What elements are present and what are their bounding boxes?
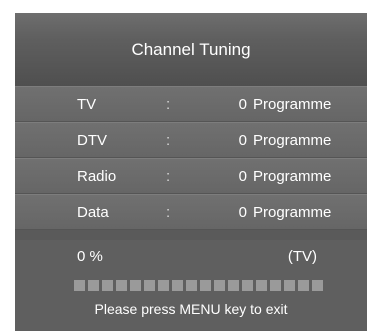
row-unit: Programme <box>253 168 332 185</box>
progress-segment <box>172 280 183 291</box>
progress-segment <box>116 280 127 291</box>
row-tv: TV : 0 Programme <box>15 86 367 122</box>
progress-segment <box>270 280 281 291</box>
progress-segment <box>200 280 211 291</box>
channel-count-list: TV : 0 Programme DTV : 0 Programme Radio… <box>15 86 367 230</box>
progress-segment <box>74 280 85 291</box>
progress-segment <box>242 280 253 291</box>
row-count: 0 <box>238 132 247 149</box>
progress-segment <box>102 280 113 291</box>
row-separator: : <box>166 96 171 113</box>
row-radio: Radio : 0 Programme <box>15 158 367 194</box>
progress-segment <box>298 280 309 291</box>
channel-tuning-dialog: Channel Tuning TV : 0 Programme DTV : 0 … <box>15 13 367 331</box>
row-separator: : <box>166 168 171 185</box>
progress-segment <box>312 280 323 291</box>
tuning-mode: (TV) <box>287 248 317 265</box>
progress-segment <box>214 280 225 291</box>
progress-bar <box>74 280 323 291</box>
row-label: DTV <box>77 132 107 149</box>
progress-segment <box>130 280 141 291</box>
row-count: 0 <box>238 204 247 221</box>
row-unit: Programme <box>253 96 332 113</box>
row-dtv: DTV : 0 Programme <box>15 122 367 158</box>
progress-segment <box>88 280 99 291</box>
progress-segment <box>158 280 169 291</box>
dialog-title: Channel Tuning <box>131 40 251 59</box>
row-label: Data <box>77 204 109 221</box>
row-unit: Programme <box>253 204 332 221</box>
row-separator: : <box>166 132 171 149</box>
exit-hint: Please press MENU key to exit <box>94 301 288 317</box>
progress-segment <box>144 280 155 291</box>
dialog-header: Channel Tuning <box>15 13 367 86</box>
progress-segment <box>284 280 295 291</box>
row-unit: Programme <box>253 132 332 149</box>
tuning-status: 0 % (TV) Please press MENU key to exit <box>15 240 367 331</box>
row-data: Data : 0 Programme <box>15 194 367 230</box>
progress-segment <box>228 280 239 291</box>
progress-percent: 0 % <box>77 248 103 265</box>
row-count: 0 <box>238 168 247 185</box>
row-count: 0 <box>238 96 247 113</box>
progress-segment <box>256 280 267 291</box>
progress-segment <box>186 280 197 291</box>
row-label: Radio <box>77 168 117 185</box>
row-label: TV <box>77 96 97 113</box>
row-separator: : <box>166 204 171 221</box>
